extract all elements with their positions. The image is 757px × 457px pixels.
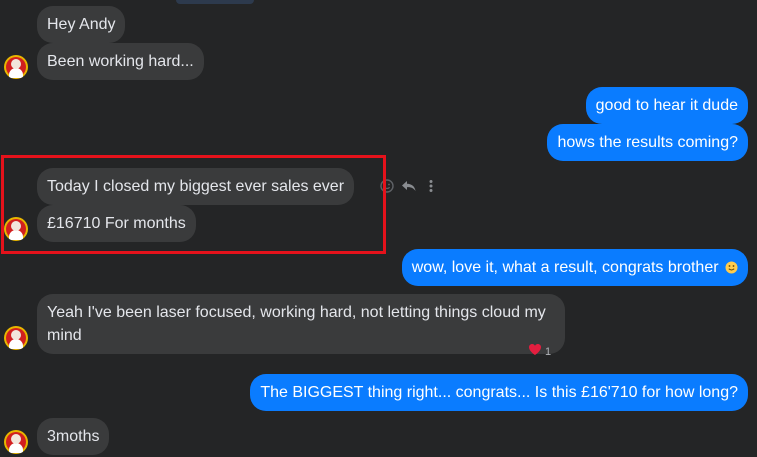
message-bubble-outgoing[interactable]: wow, love it, what a result, congrats br… [401,249,748,286]
message-reaction[interactable]: 1 [528,343,551,361]
sender-avatar[interactable] [4,430,28,454]
message-bubble-incoming[interactable]: Hey Andy [37,6,126,43]
message-text: Yeah I've been laser focused, working ha… [47,304,546,344]
message-bubble-incoming[interactable]: Been working hard... [37,43,204,80]
message-text: The BIGGEST thing right... congrats... I… [260,384,738,401]
message-text: Been working hard... [47,53,194,70]
message-text: wow, love it, what a result, congrats br… [411,259,719,276]
message-text: Hey Andy [47,16,116,33]
reaction-count: 1 [545,346,552,358]
message-bubble-outgoing[interactable]: hows the results coming? [547,124,748,161]
slightly-smiling-face-icon [725,258,738,274]
message-bubble-incoming[interactable]: 3moths [37,418,110,455]
message-bubble-outgoing[interactable]: The BIGGEST thing right... congrats... I… [250,374,748,411]
sender-avatar[interactable] [4,55,28,79]
message-bubble-incoming[interactable]: Yeah I've been laser focused, working ha… [37,294,565,354]
scrolled-content-edge [176,0,254,4]
message-text: good to hear it dude [595,97,738,114]
heart-icon [528,343,542,361]
message-text: hows the results coming? [557,134,738,151]
more-vertical-icon[interactable] [422,177,440,195]
highlight-box [1,155,386,254]
sender-avatar[interactable] [4,326,28,350]
reply-arrow-icon[interactable] [400,177,418,195]
message-text: 3moths [47,428,100,445]
message-actions [378,176,440,196]
message-bubble-outgoing[interactable]: good to hear it dude [585,87,748,124]
